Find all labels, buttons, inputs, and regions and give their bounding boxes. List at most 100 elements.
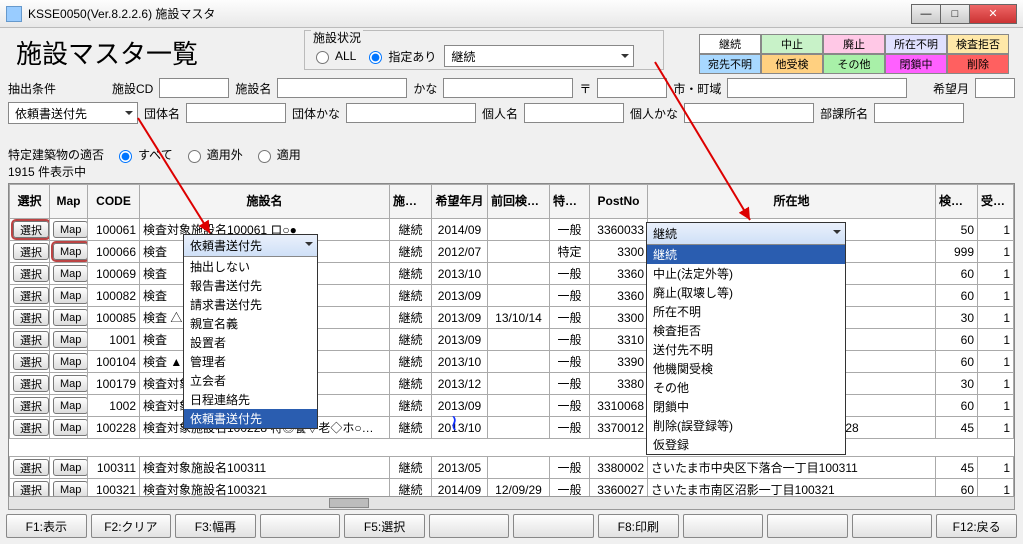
- f2-button[interactable]: F2:クリア: [91, 514, 172, 538]
- bukasho-input[interactable]: [874, 103, 964, 123]
- table-wrap[interactable]: 選択MapCODE施設名施設状況希望年月前回検査年月日特定建築PostNo所在地…: [8, 183, 1015, 500]
- column-header[interactable]: CODE: [88, 185, 140, 219]
- filter-dropdown[interactable]: 依頼書送付先: [8, 102, 138, 124]
- table-row[interactable]: 選択Map1001検査継続2013/09一般3310601: [10, 329, 1014, 351]
- dropdown-item[interactable]: 親宣名義: [184, 314, 317, 333]
- dropdown-item[interactable]: 削除(誤登録等): [647, 416, 845, 435]
- dropdown-item[interactable]: 継続: [647, 245, 845, 264]
- dropdown-item[interactable]: 立会者: [184, 371, 317, 390]
- f9-button[interactable]: [683, 514, 764, 538]
- status-has-radio[interactable]: 指定あり: [364, 48, 436, 65]
- column-header[interactable]: 検査要分: [936, 185, 978, 219]
- kojin-kana-input[interactable]: [684, 103, 814, 123]
- kana-input[interactable]: [443, 78, 573, 98]
- f12-button[interactable]: F12:戻る: [936, 514, 1017, 538]
- select-button[interactable]: 選択: [13, 375, 49, 392]
- f3-button[interactable]: F3:幅再: [175, 514, 256, 538]
- table-row[interactable]: 選択Map100066検査継続2012/07特定33009991: [10, 241, 1014, 263]
- column-header[interactable]: 選択: [10, 185, 50, 219]
- appl-in-radio[interactable]: 適用: [253, 146, 301, 163]
- scrollbar-thumb[interactable]: [329, 498, 369, 508]
- dropdown-item[interactable]: その他: [647, 378, 845, 397]
- f5-button[interactable]: F5:選択: [344, 514, 425, 538]
- f4-button[interactable]: [260, 514, 341, 538]
- dantai-input[interactable]: [186, 103, 286, 123]
- dropdown-item[interactable]: 中止(法定外等): [647, 264, 845, 283]
- f6-button[interactable]: [429, 514, 510, 538]
- status-dropdown[interactable]: 継続: [444, 45, 634, 67]
- city-input[interactable]: [727, 78, 907, 98]
- horizontal-scrollbar[interactable]: [8, 496, 1015, 510]
- minimize-button[interactable]: —: [911, 4, 941, 24]
- f11-button[interactable]: [852, 514, 933, 538]
- column-header[interactable]: 受水槽数: [978, 185, 1014, 219]
- dropdown-item[interactable]: 管理者: [184, 352, 317, 371]
- table-row[interactable]: 選択Map100104検査 ▲南☆院/新▽)継続2013/10一般3390601: [10, 351, 1014, 373]
- dropdown-item[interactable]: 請求書送付先: [184, 295, 317, 314]
- select-button[interactable]: 選択: [13, 331, 49, 348]
- dropdown-item[interactable]: 廃止(取壊し等): [647, 283, 845, 302]
- map-button[interactable]: Map: [53, 353, 88, 370]
- map-button[interactable]: Map: [53, 265, 88, 282]
- dropdown-item[interactable]: 抽出しない: [184, 257, 317, 276]
- column-header[interactable]: PostNo: [590, 185, 648, 219]
- dropdown-item[interactable]: 所在不明: [647, 302, 845, 321]
- select-button[interactable]: 選択: [13, 287, 49, 304]
- f1-button[interactable]: F1:表示: [6, 514, 87, 538]
- overlay-status-header[interactable]: 継続: [647, 223, 845, 245]
- select-button[interactable]: 選択: [13, 397, 49, 414]
- table-row[interactable]: 選択Map100228検査対象施設名100228 特◎養▽老◇ホ○…継続2013…: [10, 417, 1014, 439]
- appl-all-radio[interactable]: すべて: [114, 146, 173, 163]
- map-button[interactable]: Map: [53, 309, 88, 326]
- overlay-filter-header[interactable]: 依頼書送付先: [184, 235, 317, 257]
- dropdown-item[interactable]: 依頼書送付先: [184, 409, 317, 428]
- kojin-input[interactable]: [524, 103, 624, 123]
- column-header[interactable]: 所在地: [648, 185, 936, 219]
- column-header[interactable]: 施設状況: [390, 185, 432, 219]
- dropdown-item[interactable]: 検査拒否: [647, 321, 845, 340]
- name-input[interactable]: [277, 78, 407, 98]
- select-button[interactable]: 選択: [13, 353, 49, 370]
- select-button[interactable]: 選択: [13, 221, 49, 238]
- dropdown-item[interactable]: 送付先不明: [647, 340, 845, 359]
- table-row[interactable]: 選択Map100085検査 △▲療☆門◎校継続2013/0913/10/14一般…: [10, 307, 1014, 329]
- maximize-button[interactable]: □: [940, 4, 970, 24]
- kibou-input[interactable]: [975, 78, 1015, 98]
- dantai-kana-input[interactable]: [346, 103, 476, 123]
- dropdown-item[interactable]: 他機関受検: [647, 359, 845, 378]
- select-button[interactable]: 選択: [13, 419, 49, 436]
- column-header[interactable]: Map: [50, 185, 88, 219]
- f8-button[interactable]: F8:印刷: [598, 514, 679, 538]
- dropdown-item[interactable]: 報告書送付先: [184, 276, 317, 295]
- select-button[interactable]: 選択: [13, 309, 49, 326]
- overlay-status-dropdown[interactable]: 継続 継続中止(法定外等)廃止(取壊し等)所在不明検査拒否送付先不明他機関受検そ…: [646, 222, 846, 455]
- select-button[interactable]: 選択: [13, 265, 49, 282]
- table-row[interactable]: 選択Map100069検査継続2013/10一般3360601: [10, 263, 1014, 285]
- table-row[interactable]: 選択Map100082検査継続2013/09一般3360601: [10, 285, 1014, 307]
- dropdown-item[interactable]: 日程連絡先: [184, 390, 317, 409]
- f7-button[interactable]: [513, 514, 594, 538]
- status-all-radio[interactable]: ALL: [311, 48, 356, 64]
- map-button[interactable]: Map: [53, 331, 88, 348]
- column-header[interactable]: 特定建築: [550, 185, 590, 219]
- code-input[interactable]: [159, 78, 229, 98]
- postal-input[interactable]: [597, 78, 667, 98]
- column-header[interactable]: 前回検査年月日: [488, 185, 550, 219]
- map-button[interactable]: Map: [53, 419, 88, 436]
- close-button[interactable]: ✕: [969, 4, 1017, 24]
- map-button[interactable]: Map: [53, 287, 88, 304]
- f10-button[interactable]: [767, 514, 848, 538]
- column-header[interactable]: 施設名: [140, 185, 390, 219]
- map-button[interactable]: Map: [53, 459, 88, 476]
- map-button[interactable]: Map: [53, 243, 88, 260]
- table-row[interactable]: 選択Map1002検査対象施設名1002継続2013/09一般3310068さい…: [10, 395, 1014, 417]
- table-row[interactable]: 選択Map100061検査対象施設名100061 ロ○●継続2014/09一般3…: [10, 219, 1014, 241]
- column-header[interactable]: 希望年月: [432, 185, 488, 219]
- appl-out-radio[interactable]: 適用外: [183, 146, 243, 163]
- map-button[interactable]: Map: [53, 221, 88, 238]
- dropdown-item[interactable]: 閉鎖中: [647, 397, 845, 416]
- overlay-filter-dropdown[interactable]: 依頼書送付先 抽出しない報告書送付先請求書送付先親宣名義設置者管理者立会者日程連…: [183, 234, 318, 429]
- select-button[interactable]: 選択: [13, 243, 49, 260]
- dropdown-item[interactable]: 設置者: [184, 333, 317, 352]
- map-button[interactable]: Map: [53, 397, 88, 414]
